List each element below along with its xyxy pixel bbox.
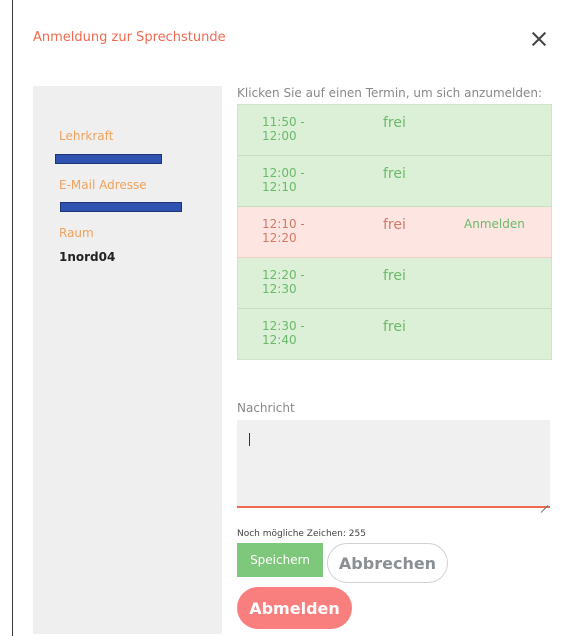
slot-time: 12:20 - 12:30 <box>262 268 305 296</box>
slot-time: 12:10 - 12:20 <box>262 217 305 245</box>
appointment-slot-list: 11:50 - 12:00 frei 12:00 - 12:10 frei 12… <box>237 104 552 360</box>
teacher-info-panel: Lehrkraft E-Mail Adresse Raum 1nord04 <box>33 86 222 634</box>
appointment-slot[interactable]: 12:30 - 12:40 frei <box>238 309 551 359</box>
slot-status: frei <box>383 166 406 182</box>
dialog-title: Anmeldung zur Sprechstunde <box>33 30 226 45</box>
slot-register-link[interactable]: Anmelden <box>464 217 525 231</box>
remaining-characters: Noch mögliche Zeichen: 255 <box>237 529 366 539</box>
room-value: 1nord04 <box>59 250 116 264</box>
text-caret <box>249 433 250 446</box>
slot-status: frei <box>383 217 406 233</box>
slot-time: 12:30 - 12:40 <box>262 319 305 347</box>
appointment-slot[interactable]: 11:50 - 12:00 frei <box>238 105 551 156</box>
slots-instruction: Klicken Sie auf einen Termin, um sich an… <box>237 86 543 100</box>
registration-dialog: Anmeldung zur Sprechstunde Lehrkraft E-M… <box>14 4 562 634</box>
room-label: Raum <box>59 226 94 240</box>
close-icon[interactable] <box>528 28 550 50</box>
appointment-slot-hovered[interactable]: 12:10 - 12:20 frei Anmelden <box>238 207 551 258</box>
message-label: Nachricht <box>237 401 295 415</box>
screen: Anmeldung zur Sprechstunde Lehrkraft E-M… <box>0 0 564 636</box>
email-label: E-Mail Adresse <box>59 178 147 192</box>
email-value-redacted <box>60 202 182 212</box>
save-button[interactable]: Speichern <box>237 543 323 577</box>
background-window-edge <box>0 0 13 636</box>
slot-status: frei <box>383 319 406 335</box>
slot-time: 12:00 - 12:10 <box>262 166 305 194</box>
unregister-button[interactable]: Abmelden <box>237 587 352 629</box>
slot-status: frei <box>383 115 406 131</box>
slot-status: frei <box>383 268 406 284</box>
appointment-slot[interactable]: 12:20 - 12:30 frei <box>238 258 551 309</box>
teacher-label: Lehrkraft <box>59 129 114 143</box>
slot-time: 11:50 - 12:00 <box>262 115 305 143</box>
cancel-button[interactable]: Abbrechen <box>327 543 448 583</box>
teacher-name-redacted <box>55 154 162 164</box>
textarea-resize-handle[interactable] <box>540 498 548 506</box>
appointment-slot[interactable]: 12:00 - 12:10 frei <box>238 156 551 207</box>
message-textarea[interactable] <box>237 420 550 508</box>
